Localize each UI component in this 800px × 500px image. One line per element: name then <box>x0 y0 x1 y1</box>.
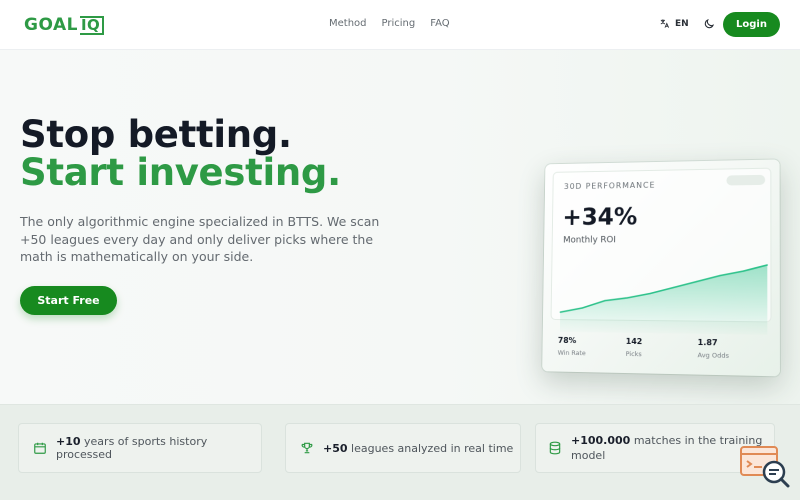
stat-win-rate-label: Win Rate <box>557 348 586 358</box>
stat-avg-odds-label: Avg Odds <box>697 351 730 360</box>
nav-links: Method Pricing FAQ <box>329 18 450 29</box>
performance-label: 30D PERFORMANCE <box>563 180 656 191</box>
chart-point-4 <box>649 292 651 294</box>
chart-point-5 <box>672 286 674 289</box>
calendar-icon <box>34 442 46 454</box>
features-strip: +10 years of sports history processed +5… <box>0 404 800 500</box>
roi-chart <box>558 261 772 335</box>
moon-icon[interactable] <box>703 18 715 30</box>
language-label: EN <box>675 18 689 29</box>
hero-title-line2: Start investing. <box>20 151 341 194</box>
performance-card-wrapper: 30D PERFORMANCE +34% Monthly ROI 78% Win… <box>533 149 788 385</box>
hero-section: Stop betting. Start investing. The only … <box>0 50 800 404</box>
stat-win-rate-value: 78% <box>557 335 577 346</box>
nav-link-pricing[interactable]: Pricing <box>382 18 416 29</box>
logo-box-text: IQ <box>79 15 105 35</box>
hero-title-line1: Stop betting. <box>20 113 292 156</box>
navbar: GOAL IQ Method Pricing FAQ EN Login <box>0 0 800 50</box>
chart-point-7 <box>719 275 721 277</box>
performance-card: 30D PERFORMANCE +34% Monthly ROI 78% Win… <box>542 159 780 377</box>
stat-picks-value: 142 <box>625 336 643 347</box>
chart-point-8 <box>742 270 745 272</box>
hero-description: The only algorithmic engine specialized … <box>20 214 380 264</box>
hero-title: Stop betting. Start investing. <box>20 116 341 192</box>
chart-point-3 <box>626 297 629 299</box>
roi-value: +34% <box>562 202 638 231</box>
feature-years: +10 years of sports history processed <box>18 423 262 473</box>
stat-avg-odds-value: 1.87 <box>697 337 718 348</box>
roi-label: Monthly ROI <box>563 235 616 246</box>
card-badge <box>726 174 766 186</box>
login-button[interactable]: Login <box>723 12 780 37</box>
database-icon <box>549 441 561 455</box>
chart-point-9 <box>766 264 768 266</box>
trophy-icon <box>301 442 313 454</box>
nav-link-method[interactable]: Method <box>329 18 367 29</box>
translate-icon <box>660 19 670 28</box>
language-selector[interactable]: EN <box>659 18 689 29</box>
chart-point-6 <box>695 281 698 283</box>
nav-link-faq[interactable]: FAQ <box>430 18 449 29</box>
chat-helper-icon[interactable] <box>739 445 791 488</box>
feature-leagues: +50 leagues analyzed in real time <box>285 423 521 473</box>
feature-years-text: +10 years of sports history processed <box>56 435 208 461</box>
stat-picks-label: Picks <box>625 349 642 359</box>
logo-text: GOAL <box>24 15 78 35</box>
start-free-button[interactable]: Start Free <box>20 286 117 315</box>
chart-area <box>559 264 768 335</box>
feature-leagues-text: +50 leagues analyzed in real time <box>323 441 514 455</box>
logo[interactable]: GOAL IQ <box>24 14 105 36</box>
